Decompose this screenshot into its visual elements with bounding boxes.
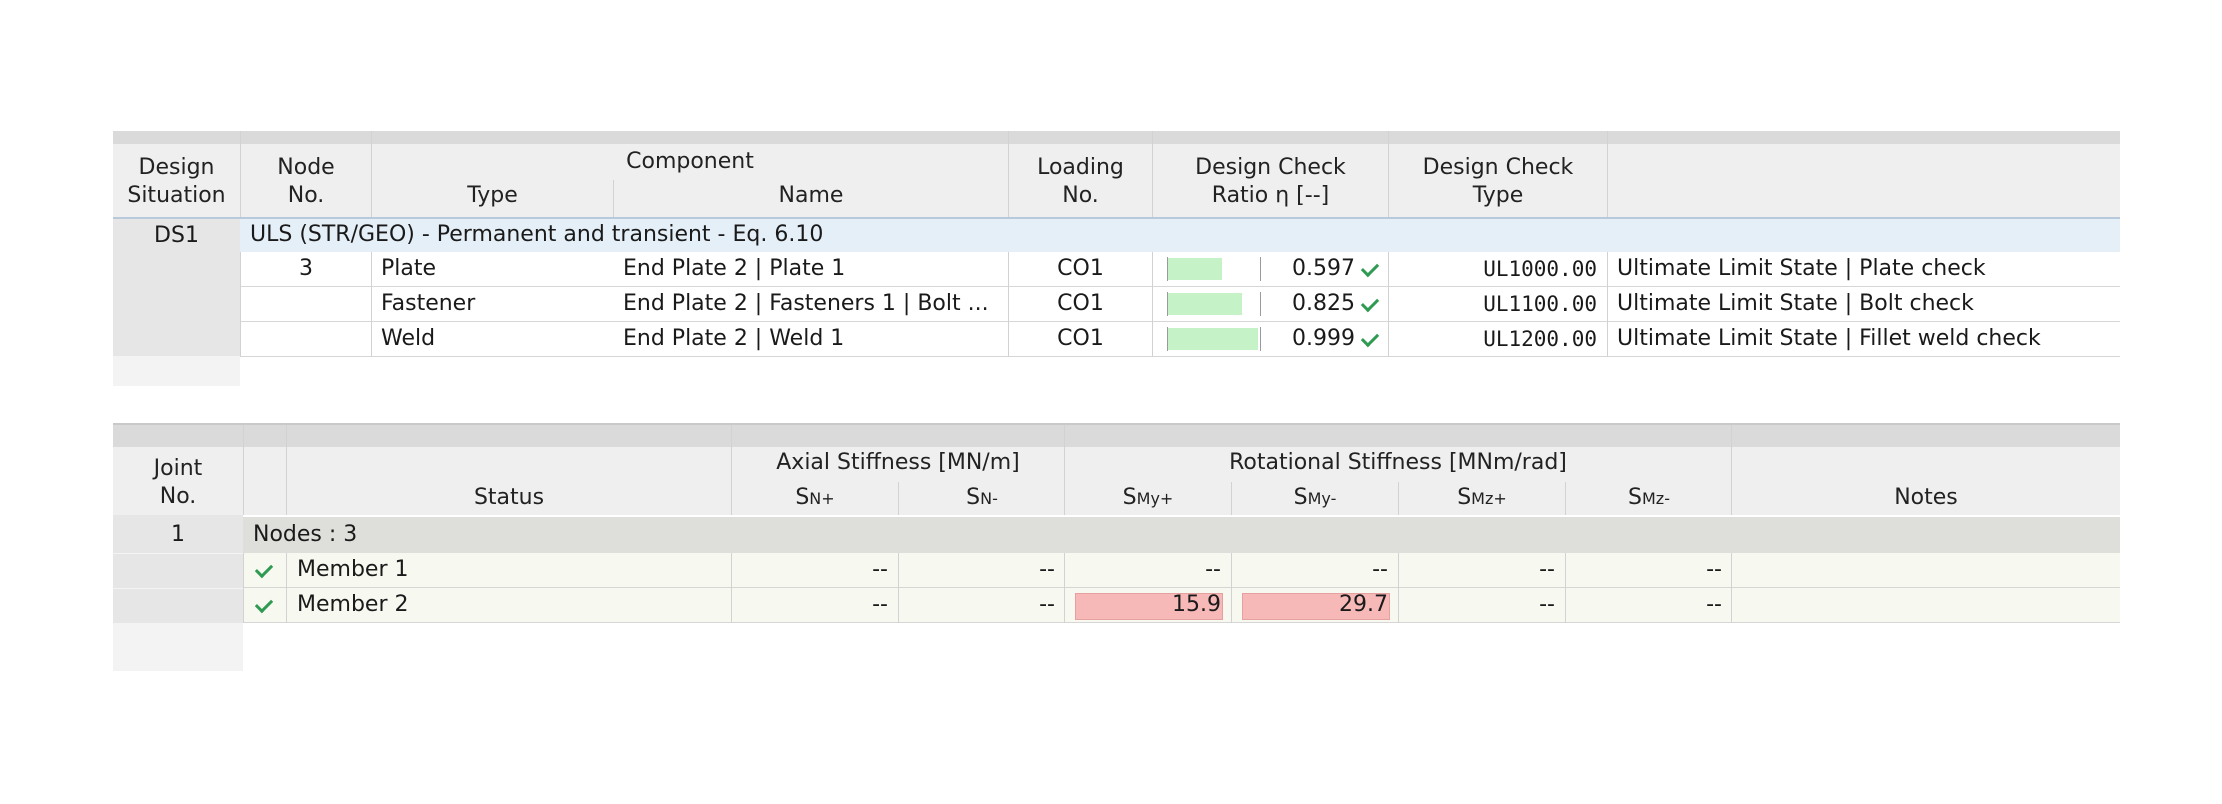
stiffness-value[interactable]: -- xyxy=(899,588,1055,622)
column-divider xyxy=(1731,588,1732,623)
node-no-cell[interactable]: 3 xyxy=(241,252,371,286)
stiffness-value[interactable]: -- xyxy=(1399,553,1555,587)
empty-footer-cell xyxy=(113,356,240,386)
group-row[interactable] xyxy=(243,517,2120,553)
column-divider xyxy=(1152,322,1153,357)
subheader-subscript: N+ xyxy=(809,489,835,508)
column-divider xyxy=(240,322,241,357)
member-cell[interactable]: Member 2 xyxy=(297,588,408,622)
column-divider xyxy=(1731,553,1732,588)
ratio-bar xyxy=(1167,327,1261,351)
stiffness-value[interactable]: -- xyxy=(899,553,1055,587)
subheader-symbol: S xyxy=(1122,485,1137,510)
stiffness-value[interactable]: -- xyxy=(1566,588,1722,622)
subheader-symbol: S xyxy=(795,485,810,510)
ratio-bar-fill xyxy=(1168,258,1222,280)
header-name[interactable]: Name xyxy=(614,182,1008,210)
header-notes[interactable]: Notes xyxy=(1732,484,2120,512)
row-divider xyxy=(240,356,2120,357)
check-description-cell[interactable]: Ultimate Limit State | Plate check xyxy=(1617,252,1986,286)
stiffness-subheader[interactable]: SMz+ xyxy=(1399,484,1565,513)
subheader-subscript: Mz+ xyxy=(1471,489,1507,508)
type-cell[interactable]: Fastener xyxy=(381,287,475,321)
ratio-bar xyxy=(1167,292,1261,316)
subheader-symbol: S xyxy=(1457,485,1472,510)
stiffness-subheader[interactable]: SMz- xyxy=(1566,484,1732,513)
header-component[interactable]: Component xyxy=(600,148,780,176)
type-cell[interactable]: Plate xyxy=(381,252,436,286)
stiffness-value[interactable]: -- xyxy=(1065,553,1221,587)
subheader-symbol: S xyxy=(1293,485,1308,510)
ratio-bar-fill xyxy=(1168,328,1258,350)
subheader-subscript: N- xyxy=(980,489,998,508)
stiffness-value[interactable]: -- xyxy=(1399,588,1555,622)
check-code-cell[interactable]: UL1000.00 xyxy=(1389,252,1597,286)
design-situation-id[interactable]: DS1 xyxy=(113,219,240,253)
row-divider xyxy=(243,622,2120,623)
stiffness-value[interactable]: -- xyxy=(732,553,888,587)
ds-description: ULS (STR/GEO) - Permanent and transient … xyxy=(250,222,824,247)
header-check-type[interactable]: Design Check Type xyxy=(1389,154,1607,210)
stiffness-subheader[interactable]: SMy+ xyxy=(1065,484,1231,513)
header-strip xyxy=(113,131,2120,144)
column-divider xyxy=(243,588,244,623)
header-node-no[interactable]: Node No. xyxy=(241,154,371,210)
loading-cell[interactable]: CO1 xyxy=(1009,287,1152,321)
column-divider xyxy=(240,287,241,322)
subheader-symbol: S xyxy=(1628,485,1642,510)
column-divider xyxy=(1152,287,1153,322)
ratio-bar xyxy=(1167,257,1261,281)
column-divider xyxy=(1607,287,1608,322)
check-description-cell[interactable]: Ultimate Limit State | Bolt check xyxy=(1617,287,1974,321)
column-divider xyxy=(1607,322,1608,357)
name-cell[interactable]: End Plate 2 | Plate 1 xyxy=(623,252,845,286)
check-code-cell[interactable]: UL1200.00 xyxy=(1389,322,1597,356)
subheader-subscript: My+ xyxy=(1136,489,1174,508)
column-divider xyxy=(286,553,287,588)
stiffness-subheader[interactable]: SN+ xyxy=(732,484,898,513)
group-label: Nodes : 3 xyxy=(253,522,358,547)
header-ratio[interactable]: Design Check Ratio η [--] xyxy=(1153,154,1388,210)
column-divider xyxy=(371,287,372,322)
empty-footer-cell-2 xyxy=(113,623,243,671)
column-divider xyxy=(371,322,372,357)
column-divider xyxy=(243,553,244,588)
joint-id[interactable]: 1 xyxy=(113,518,243,552)
header-loading-no[interactable]: Loading No. xyxy=(1009,154,1152,210)
stiffness-subheader[interactable]: SMy- xyxy=(1232,484,1398,513)
subheader-subscript: Mz- xyxy=(1641,489,1670,508)
subheader-subscript: My- xyxy=(1307,489,1337,508)
column-divider xyxy=(1152,252,1153,287)
loading-cell[interactable]: CO1 xyxy=(1009,322,1152,356)
stiffness-value[interactable]: -- xyxy=(1566,553,1722,587)
column-divider xyxy=(286,588,287,623)
column-divider xyxy=(371,252,372,287)
stiffness-value[interactable]: -- xyxy=(1232,553,1388,587)
header-design-situation[interactable]: Design Situation xyxy=(113,154,240,210)
name-cell[interactable]: End Plate 2 | Weld 1 xyxy=(623,322,844,356)
ratio-value[interactable]: 0.999 xyxy=(1270,322,1355,356)
stiffness-subheader[interactable]: SN- xyxy=(899,484,1065,513)
member-cell[interactable]: Member 1 xyxy=(297,553,408,587)
column-divider xyxy=(1607,252,1608,287)
ratio-value[interactable]: 0.825 xyxy=(1270,287,1355,321)
header-joint-no[interactable]: Joint No. xyxy=(113,455,243,511)
ratio-bar-fill xyxy=(1168,293,1242,315)
header-axial-stiffness[interactable]: Axial Stiffness [MN/m] xyxy=(732,449,1064,477)
header-status[interactable]: Status xyxy=(287,484,731,512)
ratio-value[interactable]: 0.597 xyxy=(1270,252,1355,286)
subheader-symbol: S xyxy=(966,485,981,510)
header-type[interactable]: Type xyxy=(372,182,613,210)
type-cell[interactable]: Weld xyxy=(381,322,435,356)
header-strip-2 xyxy=(113,425,2120,447)
stiffness-value[interactable]: 15.9 xyxy=(1065,588,1221,622)
check-description-cell[interactable]: Ultimate Limit State | Fillet weld check xyxy=(1617,322,2041,356)
loading-cell[interactable]: CO1 xyxy=(1009,252,1152,286)
stiffness-value[interactable]: 29.7 xyxy=(1232,588,1388,622)
check-code-cell[interactable]: UL1100.00 xyxy=(1389,287,1597,321)
header-rotational-stiffness[interactable]: Rotational Stiffness [MNm/rad] xyxy=(1065,449,1731,477)
stiffness-value[interactable]: -- xyxy=(732,588,888,622)
name-cell[interactable]: End Plate 2 | Fasteners 1 | Bolt ... xyxy=(623,287,989,321)
